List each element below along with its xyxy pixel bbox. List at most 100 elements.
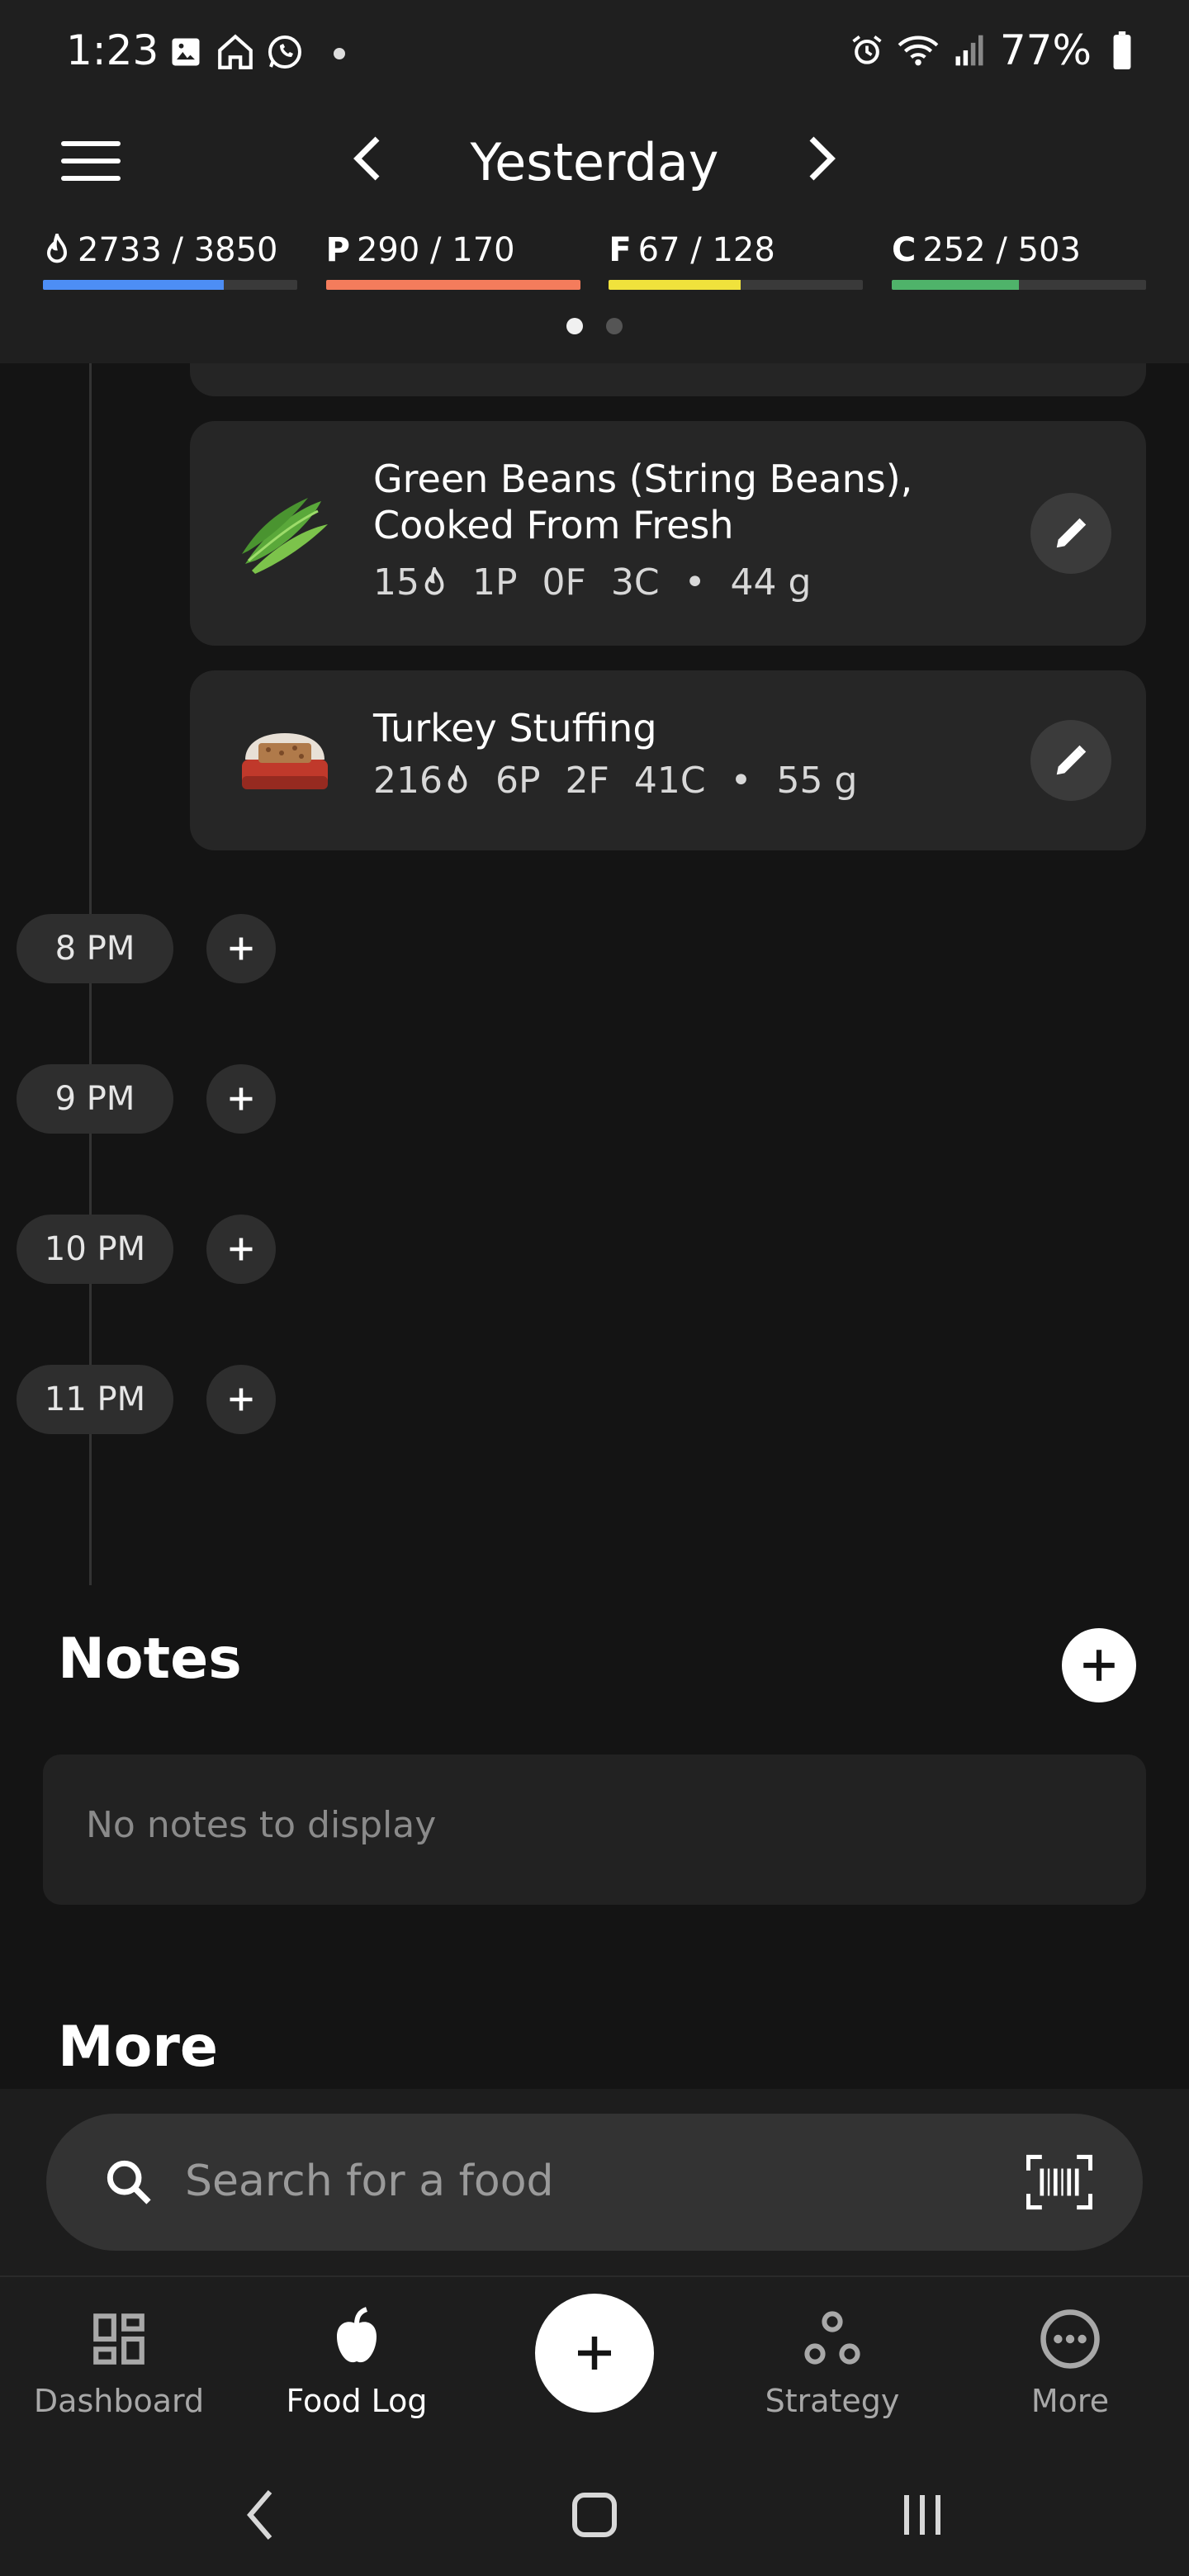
search-input[interactable]: Search for a food — [46, 2114, 1143, 2251]
time-slot-label: 10 PM — [17, 1215, 173, 1284]
flame-icon — [46, 234, 68, 263]
more-heading: More — [58, 2015, 219, 2080]
macro-calories-value: 2733 / 3850 — [78, 231, 278, 269]
macro-carbs: C 252 / 503 — [891, 227, 1146, 290]
next-day-button[interactable] — [789, 125, 855, 192]
add-food-button[interactable] — [206, 1215, 276, 1284]
chevron-right-icon — [809, 136, 836, 181]
system-recents-icon[interactable] — [885, 2482, 959, 2548]
nav-dashboard-label: Dashboard — [33, 2383, 205, 2419]
pencil-icon — [1056, 745, 1087, 775]
stuffing-image — [231, 707, 339, 814]
plus-icon — [578, 2337, 611, 2370]
food-fat: 0F — [542, 561, 586, 604]
apple-icon — [320, 2302, 394, 2376]
food-calories: 15 — [373, 561, 419, 604]
nav-more-label: More — [1030, 2383, 1110, 2419]
notes-empty-text: No notes to display — [86, 1804, 437, 1846]
notes-heading: Notes — [58, 1627, 242, 1692]
time-slot-label: 8 PM — [17, 914, 173, 983]
gallery-icon — [165, 31, 206, 73]
wifi-icon — [898, 30, 939, 71]
time-slot-row: 9 PM — [17, 1064, 276, 1134]
macro-fat-bar — [609, 280, 864, 290]
add-food-button[interactable] — [206, 1365, 276, 1434]
food-protein: 6P — [495, 760, 541, 802]
food-name: Turkey Stuffing — [373, 706, 657, 751]
food-weight: 55 g — [776, 760, 858, 802]
add-note-button[interactable] — [1062, 1628, 1136, 1702]
time-slot-row: 11 PM — [17, 1365, 276, 1434]
food-entry-card[interactable]: Turkey Stuffing 216 6P 2F 41C • 55 g — [190, 670, 1146, 850]
separator-dot: • — [684, 561, 706, 604]
macro-carbs-value: 252 / 503 — [922, 231, 1081, 269]
nav-food-log[interactable]: Food Log — [249, 2302, 464, 2419]
food-fat: 2F — [565, 760, 609, 802]
edit-button[interactable] — [1030, 720, 1111, 801]
barcode-scan-icon[interactable] — [1022, 2149, 1097, 2215]
nav-dashboard[interactable]: Dashboard — [12, 2302, 226, 2419]
macro-protein-letter: P — [325, 231, 350, 269]
food-entry-card[interactable]: Green Beans (String Beans), Cooked From … — [190, 421, 1146, 646]
macro-carbs-bar — [891, 280, 1146, 290]
separator-dot: • — [730, 760, 752, 802]
nav-more[interactable]: More — [963, 2302, 1177, 2419]
menu-icon[interactable] — [58, 128, 124, 194]
nav-food-log-label: Food Log — [286, 2383, 428, 2419]
macro-fat-letter: F — [609, 231, 632, 269]
system-back-icon[interactable] — [223, 2482, 297, 2548]
macro-fat-value: 67 / 128 — [637, 231, 775, 269]
search-placeholder: Search for a food — [185, 2157, 554, 2206]
plus-icon — [230, 1238, 253, 1261]
alarm-icon — [846, 30, 888, 71]
time-slot-row: 10 PM — [17, 1215, 276, 1284]
page-indicator — [0, 318, 1189, 334]
food-calories: 216 — [373, 760, 443, 802]
battery-percent: 77% — [999, 26, 1092, 74]
chevron-left-icon — [353, 136, 380, 181]
macro-summary[interactable]: 2733 / 3850 P 290 / 170 F 67 / 128 C 252… — [43, 227, 1146, 290]
food-name: Green Beans (String Beans), Cooked From … — [373, 456, 912, 548]
add-entry-button[interactable] — [535, 2294, 654, 2413]
nav-strategy[interactable]: Strategy — [725, 2302, 940, 2419]
status-time: 1:23 — [66, 26, 159, 74]
nav-strategy-label: Strategy — [765, 2383, 900, 2419]
system-navigation — [0, 2449, 1189, 2576]
whatsapp-icon — [264, 31, 306, 73]
time-slot-label: 9 PM — [17, 1064, 173, 1134]
strategy-icon — [795, 2302, 869, 2376]
plus-icon — [230, 1388, 253, 1411]
macro-carbs-letter: C — [891, 231, 917, 269]
food-carbs: 3C — [610, 561, 660, 604]
plus-icon — [230, 1087, 253, 1110]
system-home-icon[interactable] — [557, 2482, 632, 2548]
food-nutrition: 15 1P 0F 3C • 44 g — [373, 561, 811, 604]
flame-icon — [424, 566, 444, 595]
food-weight: 44 g — [730, 561, 812, 604]
macro-calories-bar — [43, 280, 297, 290]
macro-fat: F 67 / 128 — [609, 227, 864, 290]
signal-icon — [949, 30, 990, 71]
notes-box: No notes to display — [43, 1754, 1146, 1905]
add-food-button[interactable] — [206, 1064, 276, 1134]
food-nutrition: 216 6P 2F 41C • 55 g — [373, 760, 857, 802]
add-food-button[interactable] — [206, 914, 276, 983]
macro-calories: 2733 / 3850 — [43, 227, 297, 290]
food-protein: 1P — [472, 561, 518, 604]
edit-button[interactable] — [1030, 493, 1111, 574]
macro-protein-bar — [325, 280, 580, 290]
flame-icon — [448, 765, 467, 793]
food-name-line2: Cooked From Fresh — [373, 503, 734, 547]
bottom-navigation: Dashboard Food Log Strategy More — [0, 2275, 1189, 2449]
food-name-line1: Green Beans (String Beans), — [373, 457, 913, 501]
dashboard-icon — [82, 2302, 156, 2376]
status-bar: 1:23 77% — [0, 0, 1189, 107]
page-dot — [606, 318, 623, 334]
time-slot-row: 8 PM — [17, 914, 276, 983]
page-dot — [566, 318, 583, 334]
previous-day-button[interactable] — [334, 125, 400, 192]
home-icon — [215, 31, 256, 73]
date-title: Yesterday — [470, 132, 719, 192]
macro-protein-value: 290 / 170 — [356, 231, 515, 269]
macro-protein: P 290 / 170 — [325, 227, 580, 290]
